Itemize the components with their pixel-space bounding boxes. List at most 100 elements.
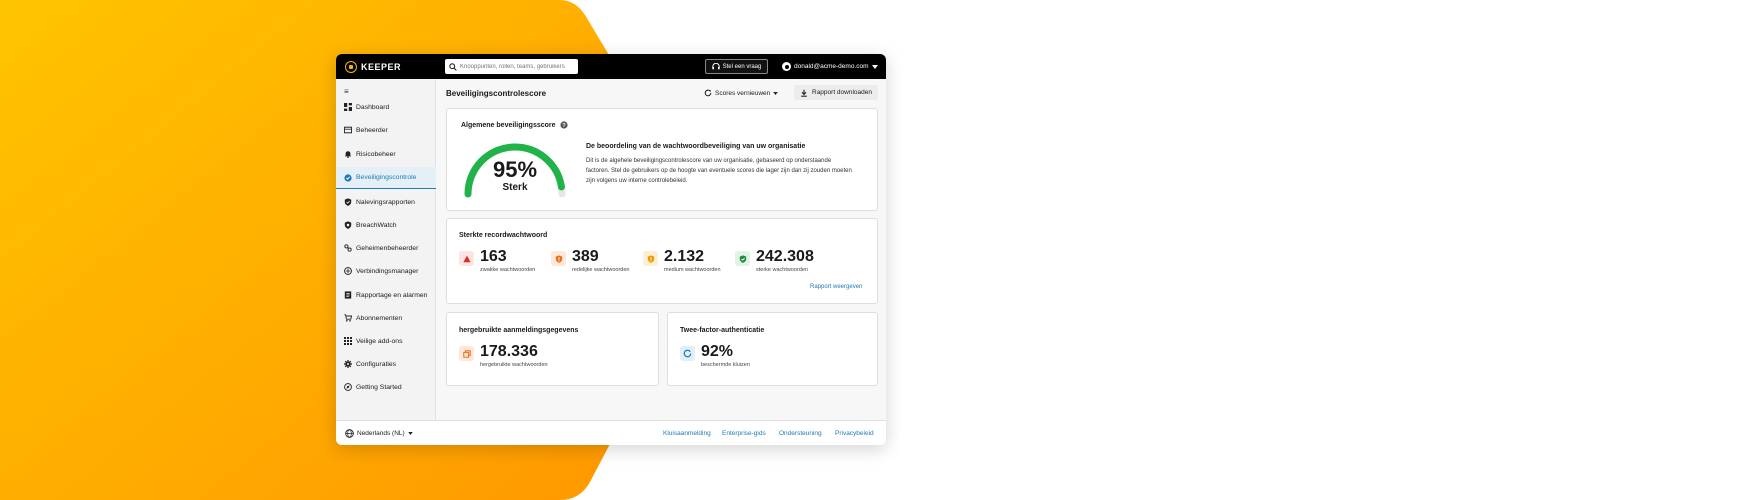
sidebar-item-label: Getting Started (356, 383, 402, 391)
menu-toggle-icon[interactable]: ≡ (344, 87, 349, 96)
overall-score-value: 95% (492, 157, 538, 182)
view-report-link[interactable]: Rapport weergeven (810, 284, 862, 290)
brand-name: KEEPER (361, 61, 402, 72)
overall-score-rating: Sterk (502, 182, 528, 193)
strength-stat: 2.132 medium wachtwoorden (643, 248, 721, 273)
keeper-logo[interactable]: KEEPER (345, 60, 402, 73)
reused-label: hergebruikte wachtwoorden (480, 362, 548, 368)
sidebar-item-breachwatch[interactable]: BreachWatch (336, 214, 436, 236)
sidebar-item-label: BreachWatch (356, 221, 397, 229)
two-factor-title: Twee-factor-authenticatie (680, 327, 765, 334)
sidebar-item-label: Beheerder (356, 126, 388, 134)
page-title: Beveiligingscontrolescore (446, 89, 547, 98)
overall-score-title-text: Algemene beveiligingsscore (461, 121, 556, 129)
sidebar-item-label: Dashboard (356, 103, 390, 111)
weak-warning-icon (459, 251, 474, 266)
score-description-text: Dit is de algehele beveiligingscontroles… (586, 158, 852, 184)
sidebar-item-label: Beveiligingscontrole (356, 174, 417, 181)
help-icon[interactable]: ? (559, 121, 568, 129)
connection-icon (344, 267, 352, 275)
rocket-icon (344, 383, 352, 391)
shield-icon (344, 198, 352, 206)
sidebar-item-abonnementen[interactable]: Abonnementen (336, 307, 436, 329)
breachwatch-icon (344, 221, 352, 229)
footer: Nederlands (NL) Kluisaanmelding Enterpri… (336, 420, 886, 445)
sidebar-item-nalevingsrapporten[interactable]: Nalevingsrapporten (336, 191, 436, 213)
main-content: Beveiligingscontrolescore Scores vernieu… (436, 79, 886, 420)
chevron-down-icon (871, 64, 878, 69)
ask-question-label: Stel een vraag (722, 63, 762, 70)
footer-link-support[interactable]: Ondersteuning (779, 430, 822, 437)
footer-link-vault-login[interactable]: Kluisaanmelding (663, 430, 711, 437)
strength-label: zwakke wachtwoorden (480, 267, 536, 273)
report-icon (344, 291, 352, 299)
strong-shield-icon (735, 251, 750, 266)
sidebar-item-geheimenbeheerder[interactable]: Geheimenbeheerder (336, 237, 436, 259)
download-report-button[interactable]: Rapport downloaden (794, 85, 878, 100)
strength-stat: 242.308 sterke wachtwoorden (735, 248, 814, 273)
sidebar-item-getting-started[interactable]: Getting Started (336, 376, 436, 398)
reused-credentials-title: hergebruikte aanmeldingsgegevens (459, 327, 579, 334)
sidebar-item-label: Veilige add-ons (356, 337, 403, 345)
keeper-logo-icon (345, 60, 357, 73)
sidebar-item-label: Risicobeheer (356, 150, 396, 158)
sidebar-item-veilige-add-ons[interactable]: Veilige add-ons (336, 330, 436, 352)
refresh-scores-button[interactable]: Scores vernieuwen (704, 86, 779, 100)
two-factor-stat: 92% beschermde kluizen (680, 343, 750, 368)
overall-score-title: Algemene beveiligingsscore ? (461, 121, 568, 129)
keeper-admin-console: KEEPER Stel een vraag donald@acme-demo.c… (336, 54, 886, 445)
admin-icon (344, 126, 352, 134)
chevron-down-icon (773, 91, 779, 95)
sidebar-item-label: Verbindingsmanager (356, 267, 419, 275)
progress-ring-icon (680, 346, 695, 361)
reused-credentials-card: hergebruikte aanmeldingsgegevens 178.336… (446, 312, 659, 386)
search-input[interactable] (460, 63, 575, 70)
strength-label: medium wachtwoorden (664, 267, 721, 273)
sidebar-item-label: Configuraties (356, 360, 397, 368)
svg-text:?: ? (562, 123, 566, 129)
user-avatar-icon (782, 62, 791, 71)
sidebar-item-configuraties[interactable]: Configuraties (336, 353, 436, 375)
footer-link-enterprise-guide[interactable]: Enterprise-gids (722, 430, 766, 437)
strength-stat: 389 redelijke wachtwoorden (551, 248, 629, 273)
sidebar-item-beheerder[interactable]: Beheerder (336, 119, 436, 141)
password-strength-card: Sterkte recordwachtwoord 163 zwakke wacht… (446, 218, 878, 304)
footer-link-privacy[interactable]: Privacybeleid (835, 430, 874, 437)
download-icon (801, 89, 807, 97)
sidebar-item-beveiligingscontrole[interactable]: Beveiligingscontrole (336, 167, 436, 189)
score-description-title: De beoordeling van de wachtwoordbeveilig… (586, 143, 806, 150)
headset-icon (711, 63, 720, 70)
search-box[interactable] (445, 59, 578, 74)
user-menu[interactable]: donald@acme-demo.com (782, 59, 878, 74)
sidebar-item-label: Abonnementen (356, 314, 403, 322)
two-factor-card: Twee-factor-authenticatie 92% beschermde… (667, 312, 878, 386)
gear-icon (344, 360, 352, 368)
download-report-label: Rapport downloaden (812, 89, 872, 96)
top-bar: KEEPER Stel een vraag donald@acme-demo.c… (336, 54, 886, 79)
cart-icon (344, 314, 352, 322)
ask-question-button[interactable]: Stel een vraag (705, 59, 768, 74)
sidebar-item-risicobeheer[interactable]: Risicobeheer (336, 143, 436, 165)
globe-icon (345, 429, 354, 438)
chevron-down-icon (407, 432, 413, 435)
fair-shield-icon (551, 251, 566, 266)
language-selector[interactable]: Nederlands (NL) (345, 429, 413, 438)
sidebar-item-verbindingsmanager[interactable]: Verbindingsmanager (336, 260, 436, 282)
sidebar-item-rapportage-en-alarmen[interactable]: Rapportage en alarmen (336, 284, 436, 306)
sidebar-item-label: Rapportage en alarmen (356, 291, 428, 299)
grid-icon (344, 337, 352, 345)
two-factor-label: beschermde kluizen (701, 362, 750, 368)
bell-icon (344, 150, 352, 158)
score-gauge: 95% Sterk (460, 134, 570, 199)
language-label: Nederlands (NL) (357, 430, 405, 437)
refresh-icon (704, 89, 712, 97)
strength-label: sterke wachtwoorden (756, 267, 808, 273)
dashboard-icon (344, 103, 352, 111)
strength-value: 2.132 (664, 248, 705, 265)
overall-score-card: Algemene beveiligingsscore ? 95% Sterk D… (446, 108, 878, 211)
shield-check-icon (344, 173, 352, 182)
strength-stat: 163 zwakke wachtwoorden (459, 248, 535, 273)
sidebar-item-dashboard[interactable]: Dashboard (336, 96, 436, 118)
refresh-scores-label: Scores vernieuwen (715, 89, 771, 97)
strength-value: 242.308 (756, 248, 814, 265)
